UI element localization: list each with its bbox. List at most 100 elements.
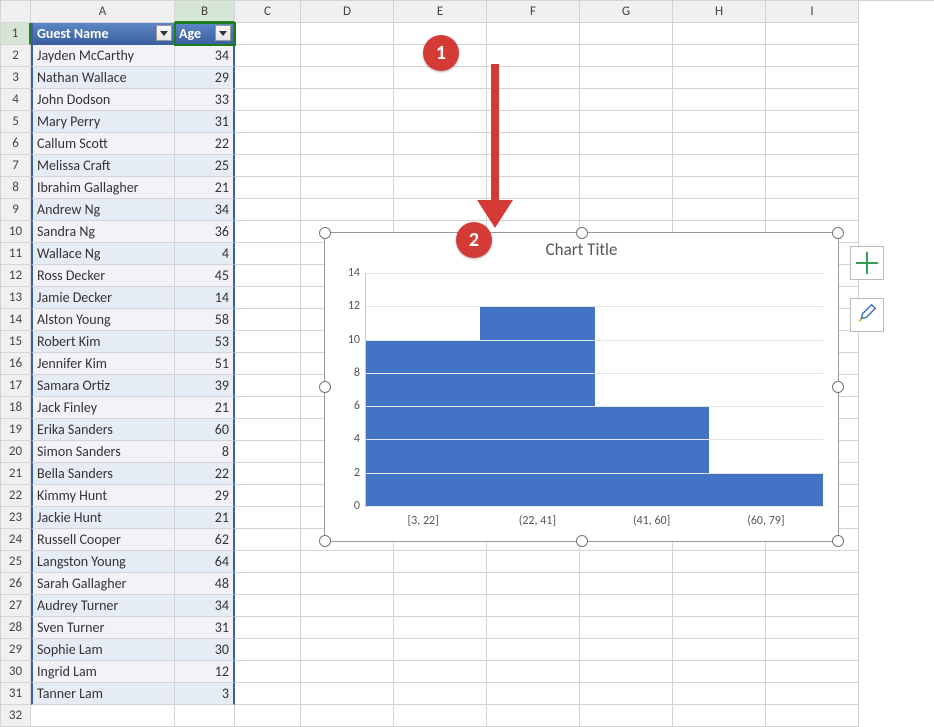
- cell[interactable]: [580, 661, 673, 683]
- cell-name[interactable]: Jennifer Kim: [31, 353, 175, 375]
- row-header-22[interactable]: 22: [1, 485, 31, 507]
- cell[interactable]: [301, 705, 394, 727]
- cell-name[interactable]: Simon Sanders: [31, 441, 175, 463]
- cell[interactable]: [301, 683, 394, 705]
- cell-age[interactable]: 29: [175, 67, 235, 89]
- row-header-8[interactable]: 8: [1, 177, 31, 199]
- row-header-20[interactable]: 20: [1, 441, 31, 463]
- cell[interactable]: [673, 89, 766, 111]
- cell-name[interactable]: Bella Sanders: [31, 463, 175, 485]
- row-header-29[interactable]: 29: [1, 639, 31, 661]
- cell-age[interactable]: 53: [175, 331, 235, 353]
- cell-name[interactable]: Ross Decker: [31, 265, 175, 287]
- row-header-13[interactable]: 13: [1, 287, 31, 309]
- row-header-26[interactable]: 26: [1, 573, 31, 595]
- cell[interactable]: [487, 705, 580, 727]
- cell-age[interactable]: 34: [175, 45, 235, 67]
- cell[interactable]: [673, 199, 766, 221]
- cell[interactable]: [301, 133, 394, 155]
- row-header-28[interactable]: 28: [1, 617, 31, 639]
- cell[interactable]: [235, 441, 301, 463]
- cell[interactable]: [766, 617, 859, 639]
- cell[interactable]: [580, 199, 673, 221]
- cell-name[interactable]: Ingrid Lam: [31, 661, 175, 683]
- cell[interactable]: [487, 45, 580, 67]
- cell[interactable]: [235, 111, 301, 133]
- cell-name[interactable]: Nathan Wallace: [31, 67, 175, 89]
- row-header-18[interactable]: 18: [1, 397, 31, 419]
- cell[interactable]: [301, 23, 394, 45]
- cell[interactable]: [235, 89, 301, 111]
- cell[interactable]: [766, 89, 859, 111]
- cell[interactable]: [301, 111, 394, 133]
- cell[interactable]: [580, 111, 673, 133]
- col-header-C[interactable]: C: [235, 1, 301, 23]
- row-header-16[interactable]: 16: [1, 353, 31, 375]
- cell[interactable]: [301, 199, 394, 221]
- cell[interactable]: [766, 23, 859, 45]
- cell[interactable]: [235, 529, 301, 551]
- cell[interactable]: [301, 155, 394, 177]
- col-header-H[interactable]: H: [673, 1, 766, 23]
- cell-name[interactable]: Audrey Turner: [31, 595, 175, 617]
- cell[interactable]: [394, 199, 487, 221]
- cell[interactable]: [235, 199, 301, 221]
- cell-name[interactable]: Tanner Lam: [31, 683, 175, 705]
- row-header-15[interactable]: 15: [1, 331, 31, 353]
- cell[interactable]: [235, 45, 301, 67]
- filter-button-age[interactable]: [215, 25, 231, 41]
- cell[interactable]: [235, 155, 301, 177]
- cell-name[interactable]: Erika Sanders: [31, 419, 175, 441]
- cell[interactable]: [235, 551, 301, 573]
- cell[interactable]: [301, 661, 394, 683]
- cell[interactable]: [175, 705, 235, 727]
- cell[interactable]: [673, 595, 766, 617]
- cell-name[interactable]: Sophie Lam: [31, 639, 175, 661]
- cell-age[interactable]: 45: [175, 265, 235, 287]
- cell[interactable]: [766, 705, 859, 727]
- cell-age[interactable]: 21: [175, 507, 235, 529]
- cell-age[interactable]: 22: [175, 463, 235, 485]
- cell[interactable]: [766, 683, 859, 705]
- cell-name[interactable]: Samara Ortiz: [31, 375, 175, 397]
- cell[interactable]: [394, 133, 487, 155]
- cell[interactable]: [235, 573, 301, 595]
- cell[interactable]: [235, 375, 301, 397]
- cell-name[interactable]: Sarah Gallagher: [31, 573, 175, 595]
- cell[interactable]: [301, 89, 394, 111]
- cell[interactable]: [766, 133, 859, 155]
- cell-name[interactable]: Alston Young: [31, 309, 175, 331]
- cell-age[interactable]: 34: [175, 595, 235, 617]
- cell-name[interactable]: Jayden McCarthy: [31, 45, 175, 67]
- cell[interactable]: [673, 661, 766, 683]
- row-header-12[interactable]: 12: [1, 265, 31, 287]
- cell[interactable]: [766, 177, 859, 199]
- cell[interactable]: [580, 639, 673, 661]
- cell-name[interactable]: Jamie Decker: [31, 287, 175, 309]
- col-header-A[interactable]: A: [31, 1, 175, 23]
- cell-age[interactable]: 12: [175, 661, 235, 683]
- cell[interactable]: [235, 617, 301, 639]
- cell[interactable]: [766, 573, 859, 595]
- cell-age[interactable]: 21: [175, 177, 235, 199]
- row-header-30[interactable]: 30: [1, 661, 31, 683]
- cell[interactable]: [394, 573, 487, 595]
- cell[interactable]: [580, 573, 673, 595]
- col-header-F[interactable]: F: [487, 1, 580, 23]
- cell-name[interactable]: Mary Perry: [31, 111, 175, 133]
- row-header-27[interactable]: 27: [1, 595, 31, 617]
- cell[interactable]: [580, 45, 673, 67]
- cell-name[interactable]: Russell Cooper: [31, 529, 175, 551]
- cell[interactable]: [487, 683, 580, 705]
- cell[interactable]: [394, 89, 487, 111]
- cell[interactable]: [235, 639, 301, 661]
- col-header-B[interactable]: B: [175, 1, 235, 23]
- cell-age[interactable]: 34: [175, 199, 235, 221]
- cell[interactable]: [766, 199, 859, 221]
- cell[interactable]: [580, 617, 673, 639]
- cell[interactable]: [301, 67, 394, 89]
- cell[interactable]: [487, 573, 580, 595]
- cell[interactable]: [487, 639, 580, 661]
- row-header-31[interactable]: 31: [1, 683, 31, 705]
- cell-age[interactable]: 4: [175, 243, 235, 265]
